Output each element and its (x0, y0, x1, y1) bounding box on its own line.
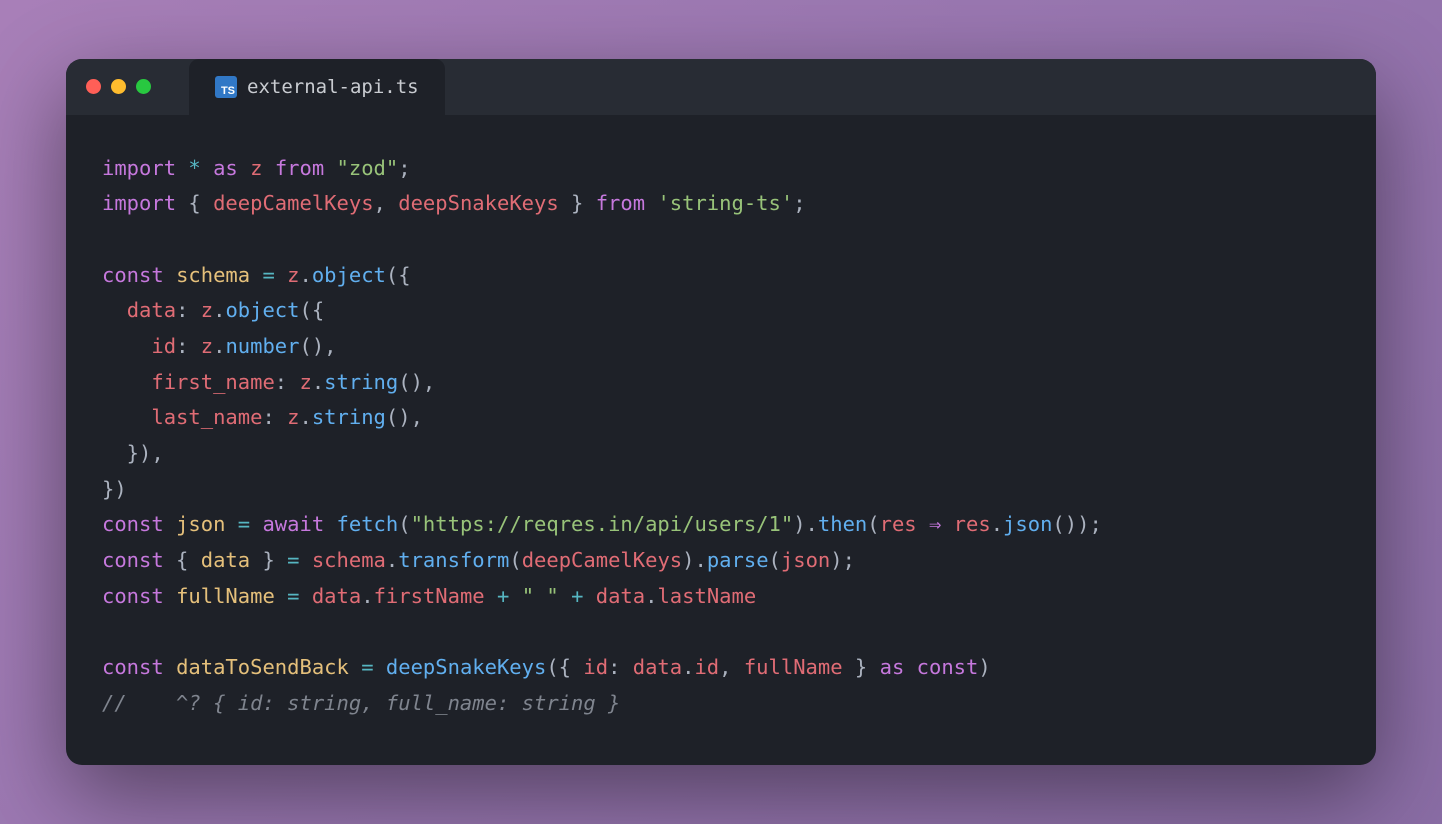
code-line: import { deepCamelKeys, deepSnakeKeys } … (102, 191, 806, 215)
code-line: data: z.object({ (102, 298, 324, 322)
code-line: first_name: z.string(), (102, 370, 435, 394)
window-controls (86, 79, 151, 94)
code-line: const schema = z.object({ (102, 263, 411, 287)
titlebar: TS external-api.ts (66, 59, 1376, 115)
code-line: const json = await fetch("https://reqres… (102, 512, 1102, 536)
code-editor[interactable]: import * as z from "zod"; import { deepC… (66, 115, 1376, 766)
code-line: // ^? { id: string, full_name: string } (102, 691, 620, 715)
code-line: import * as z from "zod"; (102, 156, 411, 180)
tab-file[interactable]: TS external-api.ts (189, 59, 445, 115)
code-line: }), (102, 441, 164, 465)
maximize-icon[interactable] (136, 79, 151, 94)
editor-window: TS external-api.ts import * as z from "z… (66, 59, 1376, 766)
code-line: const dataToSendBack = deepSnakeKeys({ i… (102, 655, 991, 679)
code-line: }) (102, 477, 127, 501)
code-line: last_name: z.string(), (102, 405, 423, 429)
tab-label: external-api.ts (247, 76, 419, 98)
close-icon[interactable] (86, 79, 101, 94)
code-line (102, 227, 114, 251)
code-line: const { data } = schema.transform(deepCa… (102, 548, 855, 572)
code-line: id: z.number(), (102, 334, 337, 358)
minimize-icon[interactable] (111, 79, 126, 94)
code-line: const fullName = data.firstName + " " + … (102, 584, 756, 608)
typescript-icon: TS (215, 76, 237, 98)
code-line (102, 619, 114, 643)
